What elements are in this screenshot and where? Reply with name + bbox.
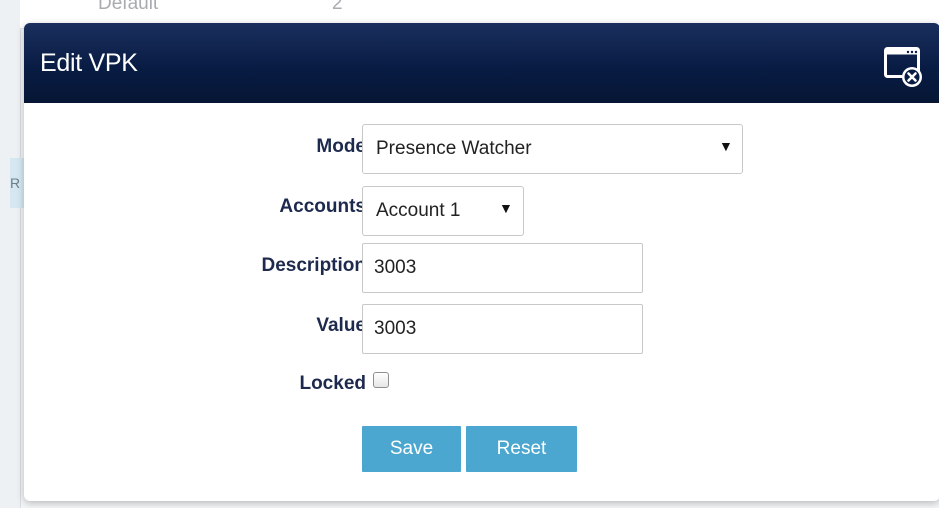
chevron-down-icon: ▼ [499, 200, 513, 216]
accounts-select[interactable]: Account 1 ▼ [362, 186, 524, 236]
locked-row: Locked [24, 370, 939, 422]
accounts-selected-value: Account 1 [376, 200, 461, 221]
description-row: Description [24, 243, 939, 295]
chevron-down-icon: ▼ [719, 138, 733, 154]
background-side-panel: R [0, 0, 24, 508]
locked-checkbox[interactable] [373, 372, 389, 388]
description-label: Description [261, 255, 366, 276]
value-row: Value [24, 304, 939, 356]
background-list-count: 2 [332, 0, 343, 14]
window-close-icon[interactable] [883, 43, 923, 87]
mode-selected-value: Presence Watcher [376, 138, 532, 159]
edit-vpk-dialog: Edit VPK Mode Presence Watcher ▼ Account… [24, 23, 939, 501]
accounts-label: Accounts [279, 196, 366, 217]
background-list-label: Default [98, 0, 159, 14]
value-input[interactable] [362, 304, 643, 354]
dialog-titlebar: Edit VPK [24, 23, 939, 103]
accounts-row: Accounts Account 1 ▼ [24, 186, 939, 238]
mode-row: Mode Presence Watcher ▼ [24, 124, 939, 176]
background-side-tab: R [10, 158, 24, 208]
locked-label: Locked [299, 373, 366, 394]
mode-select[interactable]: Presence Watcher ▼ [362, 124, 743, 174]
description-input[interactable] [362, 243, 643, 293]
save-button[interactable]: Save [362, 426, 461, 472]
value-label: Value [316, 315, 366, 336]
reset-button[interactable]: Reset [466, 426, 577, 472]
dialog-title: Edit VPK [40, 49, 138, 77]
mode-label: Mode [316, 136, 366, 157]
